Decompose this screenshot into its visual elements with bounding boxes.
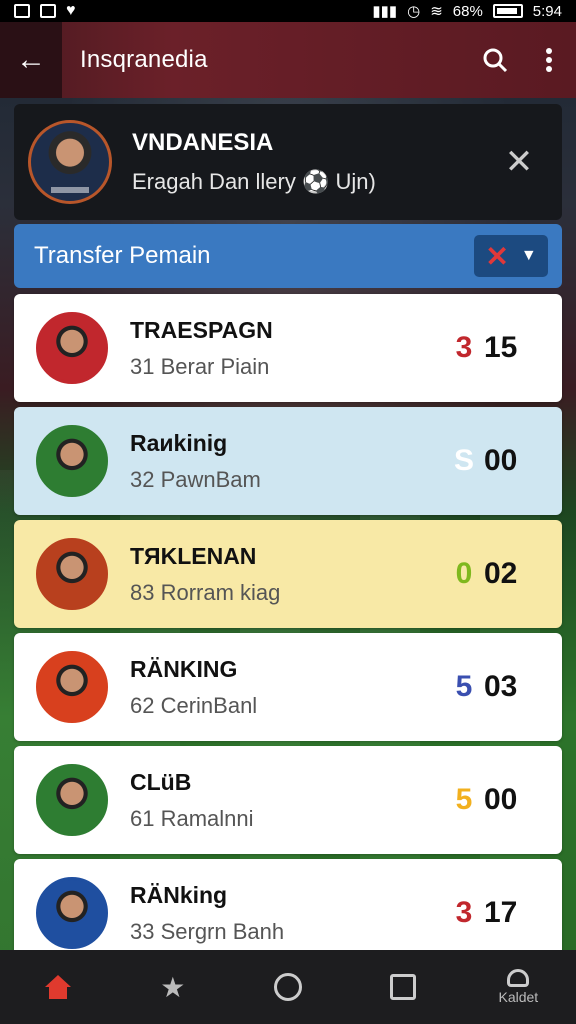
clock: 5:94 <box>532 2 562 20</box>
row-name: CLüB <box>130 768 192 795</box>
x-icon: ✕ <box>485 240 509 272</box>
team-badge-icon <box>36 538 108 610</box>
row-number: 00 <box>484 444 518 477</box>
row-name: TЯKLENAN <box>130 542 257 569</box>
status-bar: ♥ ▮▮▮ ◷ ≋ 68% 5:94 <box>0 0 576 22</box>
alarm-icon: ◷ <box>407 3 421 20</box>
row-subtitle: 62 CerinBanl <box>130 692 258 718</box>
row-indicator: 3 <box>455 331 473 364</box>
close-icon[interactable]: ✕ <box>490 133 548 191</box>
row-number: 17 <box>484 896 518 929</box>
app-bar: ← Insqranedia <box>0 22 576 98</box>
list-item[interactable]: RÄNKING 62 CerinBanl 5 03 <box>14 633 562 741</box>
row-subtitle: 83 Rorram kiag <box>130 579 281 605</box>
row-name: Raиkinig <box>130 429 228 456</box>
row-number: 02 <box>484 557 518 590</box>
battery-percent: 68% <box>452 2 483 20</box>
wifi-icon: ≋ <box>430 3 443 20</box>
image-icon <box>40 4 56 18</box>
bottom-nav: ★ Kaldet <box>0 950 576 1024</box>
row-number: 03 <box>484 670 518 703</box>
row-subtitle: 32 PawnBam <box>130 466 261 492</box>
ranking-list: TRAESPAGN 31 Berar Piain 3 15 Raиkinig 32 Paw… <box>14 294 562 972</box>
square-icon[interactable] <box>363 950 443 1024</box>
more-vertical-icon[interactable] <box>522 22 576 98</box>
row-number: 00 <box>484 783 518 816</box>
app-title: Insqranedia <box>80 46 208 73</box>
team-badge-icon <box>36 425 108 497</box>
row-number: 15 <box>484 331 518 364</box>
profile-card: VNDANESIA Eragah Dan llery ⚽ Ujn) ✕ <box>14 104 562 220</box>
profile-name: VNDANESIA <box>132 129 274 156</box>
profile-subtitle: Eragah Dan llery ⚽ Ujn) <box>132 169 376 194</box>
search-icon[interactable] <box>468 22 522 98</box>
user-icon[interactable]: Kaldet <box>478 950 558 1024</box>
nav-profile-label: Kaldet <box>498 989 539 1005</box>
list-item[interactable]: TRAESPAGN 31 Berar Piain 3 15 <box>14 294 562 402</box>
row-subtitle: 31 Berar Piain <box>130 353 270 379</box>
team-badge-icon <box>36 764 108 836</box>
filter-dropdown[interactable]: ✕ ▼ <box>474 235 548 277</box>
row-indicator: 0 <box>455 557 473 590</box>
star-icon[interactable]: ★ <box>133 950 213 1024</box>
list-item[interactable]: TЯKLENAN 83 Rorram kiag 0 02 <box>14 520 562 628</box>
row-indicator: 5 <box>455 783 473 816</box>
notification-icon <box>14 4 30 18</box>
chevron-down-icon: ▼ <box>520 247 537 264</box>
signal-icon: ▮▮▮ <box>372 3 398 20</box>
team-badge-icon <box>36 651 108 723</box>
row-name: RÄNking <box>130 881 228 908</box>
home-icon[interactable] <box>18 950 98 1024</box>
section-title: Transfer Pemain <box>34 242 211 269</box>
team-badge-icon <box>36 312 108 384</box>
list-item[interactable]: CLüB 61 Ramalnni 5 00 <box>14 746 562 854</box>
row-indicator: 5 <box>455 670 473 703</box>
heart-icon: ♥ <box>66 2 76 19</box>
row-indicator: S <box>453 444 474 477</box>
team-badge-icon <box>36 877 108 949</box>
battery-icon <box>492 4 523 18</box>
section-header: Transfer Pemain ✕ ▼ <box>14 224 562 288</box>
row-subtitle: 61 Ramalnni <box>130 805 254 831</box>
circle-icon[interactable] <box>248 950 328 1024</box>
row-name: RÄNKING <box>130 655 238 682</box>
avatar <box>28 120 112 204</box>
list-item[interactable]: Raиkinig 32 PawnBam S 00 <box>14 407 562 515</box>
row-name: TRAESPAGN <box>130 316 273 343</box>
row-indicator: 3 <box>455 896 473 929</box>
row-subtitle: 33 Sergrn Banh <box>130 918 285 944</box>
arrow-left-icon[interactable]: ← <box>0 22 62 98</box>
